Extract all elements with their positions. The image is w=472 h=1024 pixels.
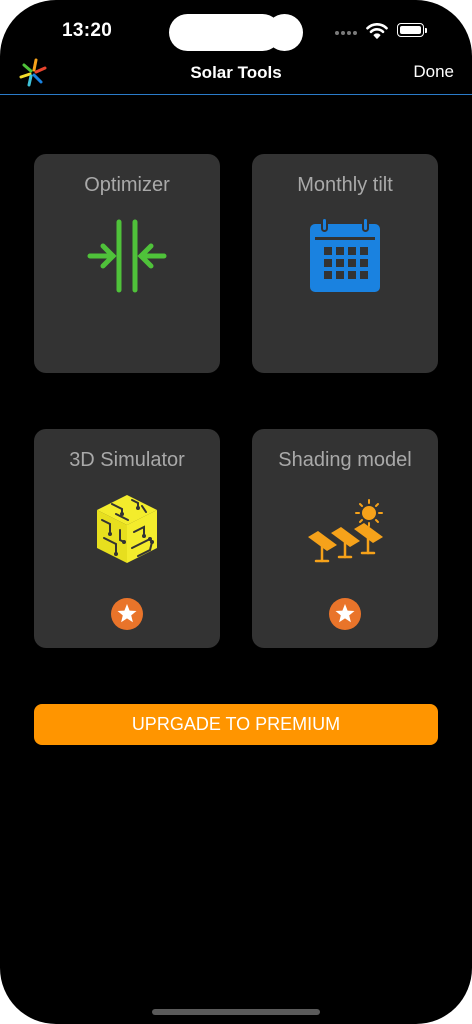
- status-time: 13:20: [62, 20, 113, 41]
- done-button[interactable]: Done: [413, 62, 454, 82]
- tool-tile-shading-model[interactable]: Shading model: [252, 429, 438, 648]
- tool-tile-monthly-tilt[interactable]: Monthly tilt: [252, 154, 438, 373]
- star-icon: [335, 604, 355, 623]
- home-indicator[interactable]: [152, 1009, 320, 1015]
- tool-label: Monthly tilt: [297, 174, 393, 196]
- wifi-icon: [366, 23, 388, 39]
- status-bar: 13:20: [0, 0, 472, 60]
- dynamic-island: [169, 14, 281, 51]
- solar-panels-sun-icon: [308, 499, 383, 563]
- page-title: Solar Tools: [190, 63, 282, 82]
- battery-icon: [397, 23, 428, 39]
- tool-label: Optimizer: [84, 174, 170, 196]
- star-icon: [117, 604, 137, 623]
- upgrade-to-premium-button[interactable]: UPRGADE TO PREMIUM: [34, 704, 438, 745]
- arrows-converge-icon: [87, 219, 167, 293]
- tool-tile-3d-simulator[interactable]: 3D Simulator: [34, 429, 220, 648]
- premium-badge: [329, 598, 361, 630]
- premium-badge: [111, 598, 143, 630]
- cellular-signal-icon: [335, 31, 359, 37]
- camera-cutout: [266, 14, 303, 51]
- calendar-icon: [310, 217, 380, 292]
- app-screen: 13:20 Solar Tools Done Optimizer Monthly…: [0, 0, 472, 1024]
- navigation-bar: Solar Tools Done: [0, 52, 472, 95]
- tool-label: 3D Simulator: [69, 449, 185, 471]
- circuit-cube-icon: [97, 495, 157, 563]
- tool-tile-optimizer[interactable]: Optimizer: [34, 154, 220, 373]
- tool-label: Shading model: [278, 449, 412, 471]
